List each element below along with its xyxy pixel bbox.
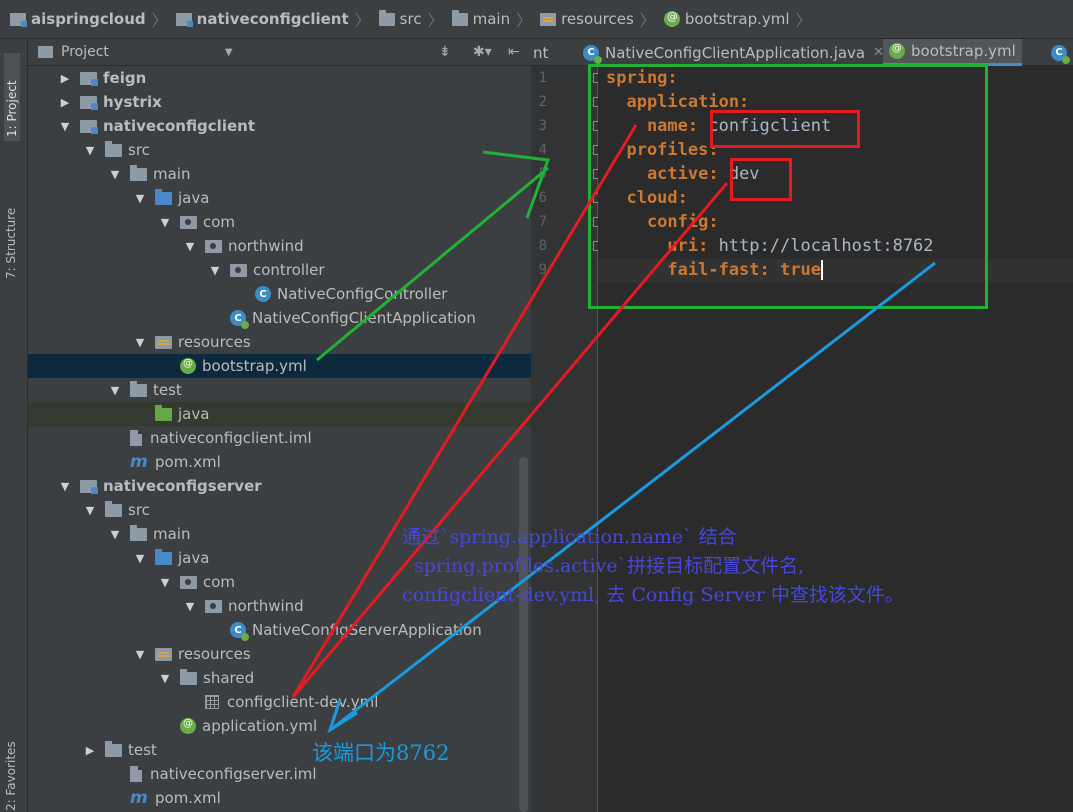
annotation-text-line-3: configclient-dev.yml, 去 Config Server 中查… xyxy=(402,584,904,606)
annotation-text-line-2: spring.profiles.active`拼接目标配置文件名, xyxy=(414,555,805,577)
red-arrow-name xyxy=(291,124,638,698)
annotation-text-line-1: 通过`spring.application.name` 结合 xyxy=(402,526,737,548)
blue-arrow xyxy=(327,261,936,734)
annotation-arrows xyxy=(291,124,936,734)
annotation-port-note: 该端口为8762 xyxy=(312,741,450,765)
red-arrow-dev xyxy=(291,182,729,698)
